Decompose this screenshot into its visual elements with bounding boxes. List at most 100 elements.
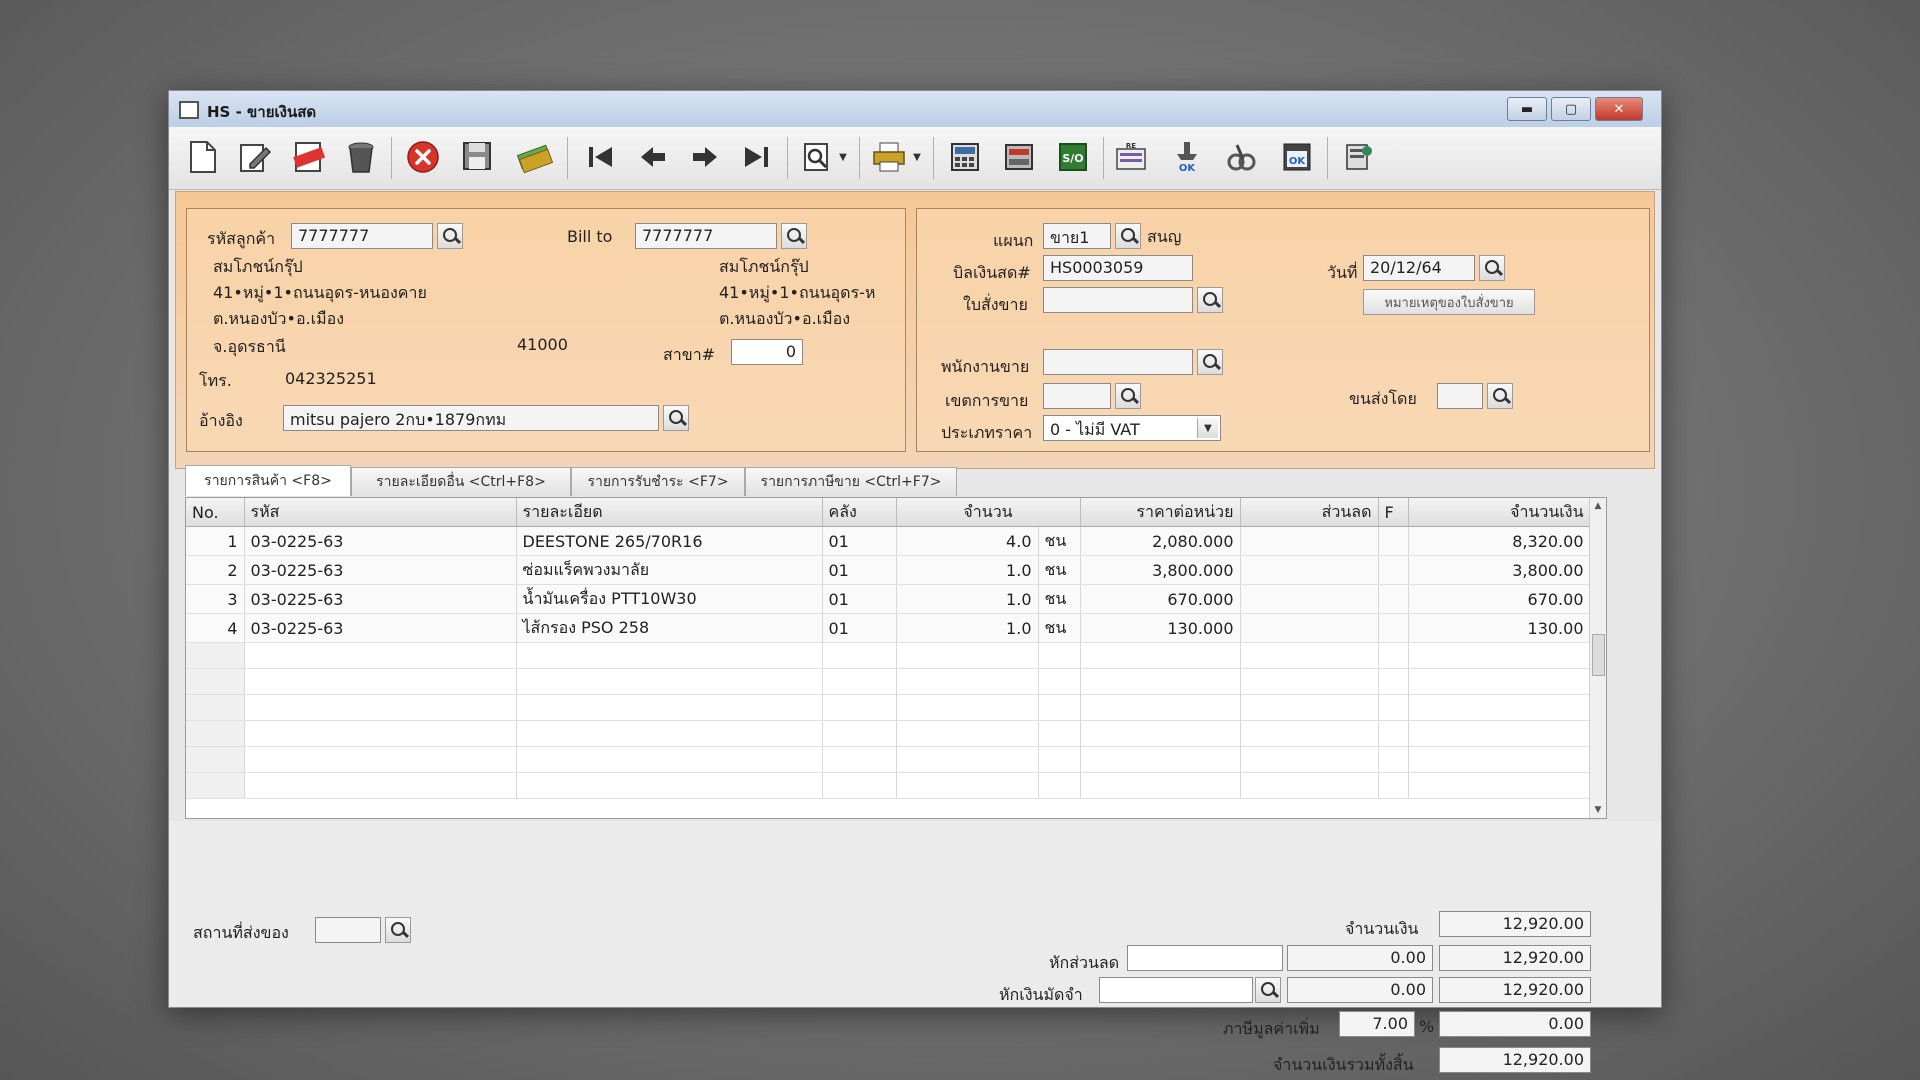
branch-input[interactable]: 0 xyxy=(731,339,803,365)
item-quantity[interactable]: 1.0 xyxy=(896,555,1039,585)
new-document-icon[interactable] xyxy=(183,137,223,177)
item-unit-price[interactable]: 130.000 xyxy=(1080,613,1241,643)
sales-order-icon[interactable]: S/O xyxy=(1053,137,1093,177)
ship-place-input[interactable] xyxy=(315,917,381,943)
ship-by-search-icon[interactable] xyxy=(1487,383,1513,409)
find-icon[interactable] xyxy=(797,137,837,177)
table-row[interactable]: 4 03-0225-63 ไส้กรอง PSO 258 01 1.0 ชน 1… xyxy=(186,613,1591,643)
sales-order-note-button[interactable]: หมายเหตุของใบสั่งขาย xyxy=(1363,289,1535,315)
column-header-code[interactable]: รหัส xyxy=(244,498,517,527)
item-description[interactable]: DEESTONE 265/70R16 xyxy=(516,526,823,556)
table-row[interactable]: 2 03-0225-63 ซ่อมแร็คพวงมาลัย 01 1.0 ชน … xyxy=(186,555,1591,585)
item-flag[interactable] xyxy=(1378,613,1409,643)
reference-input[interactable]: mitsu pajero 2กบ•1879กทม xyxy=(283,405,659,431)
save-icon[interactable] xyxy=(459,137,499,177)
item-warehouse[interactable]: 01 xyxy=(822,526,897,556)
tab-other-details[interactable]: รายละเอียดอื่น <Ctrl+F8> xyxy=(351,467,571,496)
edit-icon[interactable] xyxy=(235,137,275,177)
confirm-ok-icon[interactable]: OK xyxy=(1277,137,1317,177)
tab-sales-tax[interactable]: รายการภาษีขาย <Ctrl+F7> xyxy=(745,467,957,496)
item-description[interactable]: น้ำมันเครื่อง PTT10W30 xyxy=(516,584,823,614)
void-icon[interactable] xyxy=(289,137,329,177)
previous-record-icon[interactable] xyxy=(633,137,673,177)
item-description[interactable]: ไส้กรอง PSO 258 xyxy=(516,613,823,643)
column-header-flag[interactable]: F xyxy=(1378,498,1409,527)
item-unit-price[interactable]: 2,080.000 xyxy=(1080,526,1241,556)
bill-to-input[interactable]: 7777777 xyxy=(635,223,777,249)
calculator-icon[interactable] xyxy=(945,137,985,177)
salesperson-input[interactable] xyxy=(1043,349,1193,375)
item-flag[interactable] xyxy=(1378,584,1409,614)
tab-payments[interactable]: รายการรับชำระ <F7> xyxy=(571,467,745,496)
column-header-no[interactable]: No. xyxy=(186,498,245,527)
item-flag[interactable] xyxy=(1378,555,1409,585)
scroll-down-icon[interactable]: ▼ xyxy=(1590,802,1606,818)
column-header-unit-price[interactable]: ราคาต่อหน่วย xyxy=(1080,498,1241,527)
column-header-quantity[interactable]: จำนวน xyxy=(896,498,1081,527)
date-picker-icon[interactable] xyxy=(1479,255,1505,281)
chevron-down-icon[interactable]: ▼ xyxy=(1197,418,1218,438)
empty-row[interactable] xyxy=(186,772,1591,799)
empty-row[interactable] xyxy=(186,720,1591,747)
empty-row[interactable] xyxy=(186,694,1591,721)
first-record-icon[interactable] xyxy=(581,137,621,177)
last-record-icon[interactable] xyxy=(737,137,777,177)
item-quantity[interactable]: 1.0 xyxy=(896,613,1039,643)
empty-row[interactable] xyxy=(186,668,1591,695)
close-button[interactable]: ✕ xyxy=(1595,97,1643,121)
tab-items[interactable]: รายการสินค้า <F8> xyxy=(185,465,351,496)
tools-icon[interactable] xyxy=(1221,137,1261,177)
recalc-icon[interactable]: RE xyxy=(1111,137,1151,177)
column-header-description[interactable]: รายละเอียด xyxy=(516,498,823,527)
vat-rate-input[interactable]: 7.00 xyxy=(1339,1011,1415,1037)
minimize-button[interactable]: ▬ xyxy=(1507,97,1547,121)
item-discount[interactable] xyxy=(1240,526,1379,556)
item-discount[interactable] xyxy=(1240,584,1379,614)
item-warehouse[interactable]: 01 xyxy=(822,555,897,585)
price-type-select[interactable]: 0 - ไม่มี VAT ▼ xyxy=(1043,415,1221,441)
item-code[interactable]: 03-0225-63 xyxy=(244,555,517,585)
deposit-search-icon[interactable] xyxy=(1255,977,1281,1003)
scroll-up-icon[interactable]: ▲ xyxy=(1590,498,1606,514)
customer-code-input[interactable]: 7777777 xyxy=(291,223,433,249)
item-flag[interactable] xyxy=(1378,526,1409,556)
discount-input[interactable] xyxy=(1127,945,1283,971)
item-quantity[interactable]: 1.0 xyxy=(896,584,1039,614)
scroll-thumb[interactable] xyxy=(1592,634,1605,676)
item-discount[interactable] xyxy=(1240,613,1379,643)
table-row[interactable]: 3 03-0225-63 น้ำมันเครื่อง PTT10W30 01 1… xyxy=(186,584,1591,614)
item-code[interactable]: 03-0225-63 xyxy=(244,584,517,614)
item-code[interactable]: 03-0225-63 xyxy=(244,526,517,556)
money-icon[interactable] xyxy=(515,137,555,177)
customer-search-icon[interactable] xyxy=(437,223,463,249)
sales-zone-input[interactable] xyxy=(1043,383,1111,409)
ship-by-input[interactable] xyxy=(1437,383,1483,409)
empty-row[interactable] xyxy=(186,642,1591,669)
column-header-amount[interactable]: จำนวนเงิน xyxy=(1408,498,1591,527)
print-icon[interactable] xyxy=(869,137,909,177)
date-input[interactable]: 20/12/64 xyxy=(1363,255,1475,281)
grid-scrollbar[interactable]: ▲ ▼ xyxy=(1589,498,1606,818)
item-unit-price[interactable]: 3,800.000 xyxy=(1080,555,1241,585)
sales-zone-search-icon[interactable] xyxy=(1115,383,1141,409)
item-quantity[interactable]: 4.0 xyxy=(896,526,1039,556)
next-record-icon[interactable] xyxy=(685,137,725,177)
print-dropdown-icon[interactable]: ▼ xyxy=(909,137,925,177)
delete-bin-icon[interactable] xyxy=(341,137,381,177)
cancel-icon[interactable] xyxy=(403,137,443,177)
cash-bill-input[interactable]: HS0003059 xyxy=(1043,255,1193,281)
item-warehouse[interactable]: 01 xyxy=(822,613,897,643)
ship-place-search-icon[interactable] xyxy=(385,917,411,943)
salesperson-search-icon[interactable] xyxy=(1197,349,1223,375)
item-warehouse[interactable]: 01 xyxy=(822,584,897,614)
item-unit-price[interactable]: 670.000 xyxy=(1080,584,1241,614)
table-row[interactable]: 1 03-0225-63 DEESTONE 265/70R16 01 4.0 ช… xyxy=(186,526,1591,556)
column-header-discount[interactable]: ส่วนลด xyxy=(1240,498,1379,527)
item-code[interactable]: 03-0225-63 xyxy=(244,613,517,643)
department-input[interactable]: ขาย1 xyxy=(1043,223,1111,249)
bill-to-search-icon[interactable] xyxy=(781,223,807,249)
empty-row[interactable] xyxy=(186,746,1591,773)
maximize-button[interactable]: ▢ xyxy=(1551,97,1591,121)
deposit-input[interactable] xyxy=(1099,977,1253,1003)
sales-order-search-icon[interactable] xyxy=(1197,287,1223,313)
